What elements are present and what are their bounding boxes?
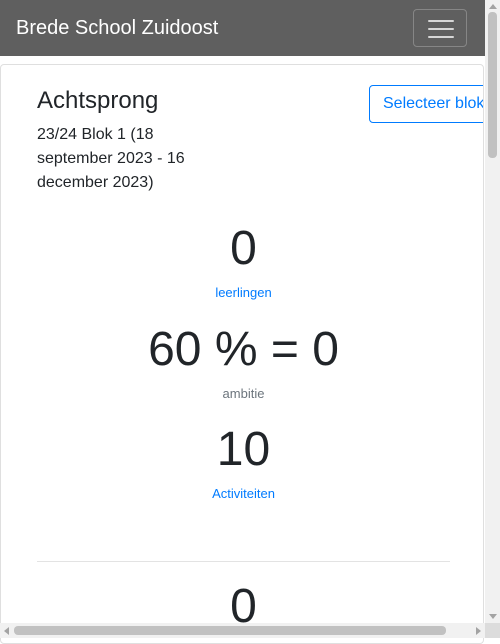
block-period: 23/24 Blok 1 (18 september 2023 - 16 dec… xyxy=(37,126,185,191)
stat-value: 60 % = 0 xyxy=(148,323,339,376)
scrollbar-thumb[interactable] xyxy=(488,12,497,158)
scroll-up-icon[interactable] xyxy=(489,4,497,9)
navbar-toggle-button[interactable] xyxy=(413,9,467,47)
stat-students: 0 leerlingen xyxy=(37,221,450,301)
select-block-button[interactable]: Selecteer blok xyxy=(369,85,483,123)
scroll-down-icon[interactable] xyxy=(489,614,497,619)
scrollbar-corner xyxy=(485,623,500,638)
scroll-left-icon[interactable] xyxy=(4,627,9,635)
stat-label: ambitie xyxy=(222,386,265,401)
program-title: Achtsprong xyxy=(37,87,159,114)
program-card: Achtsprong 23/24 Blok 1 (18 september 20… xyxy=(0,64,484,644)
students-link[interactable]: leerlingen xyxy=(37,285,450,301)
navbar-brand[interactable]: Brede School Zuidoost xyxy=(16,16,218,40)
top-navbar: Brede School Zuidoost xyxy=(0,0,486,56)
stat-value: 10 xyxy=(216,423,271,476)
scrollbar-thumb[interactable] xyxy=(14,626,446,635)
scroll-right-icon[interactable] xyxy=(476,627,481,635)
horizontal-scrollbar[interactable] xyxy=(0,623,485,638)
stat-activities: 10 Activiteiten xyxy=(37,422,450,502)
section-divider xyxy=(37,561,450,562)
stat-value: 0 xyxy=(230,222,257,275)
hamburger-icon xyxy=(428,20,454,38)
stat-ambition: 60 % = 0 ambitie xyxy=(37,322,450,402)
vertical-scrollbar[interactable] xyxy=(485,0,500,623)
activities-link[interactable]: Activiteiten xyxy=(37,486,450,502)
